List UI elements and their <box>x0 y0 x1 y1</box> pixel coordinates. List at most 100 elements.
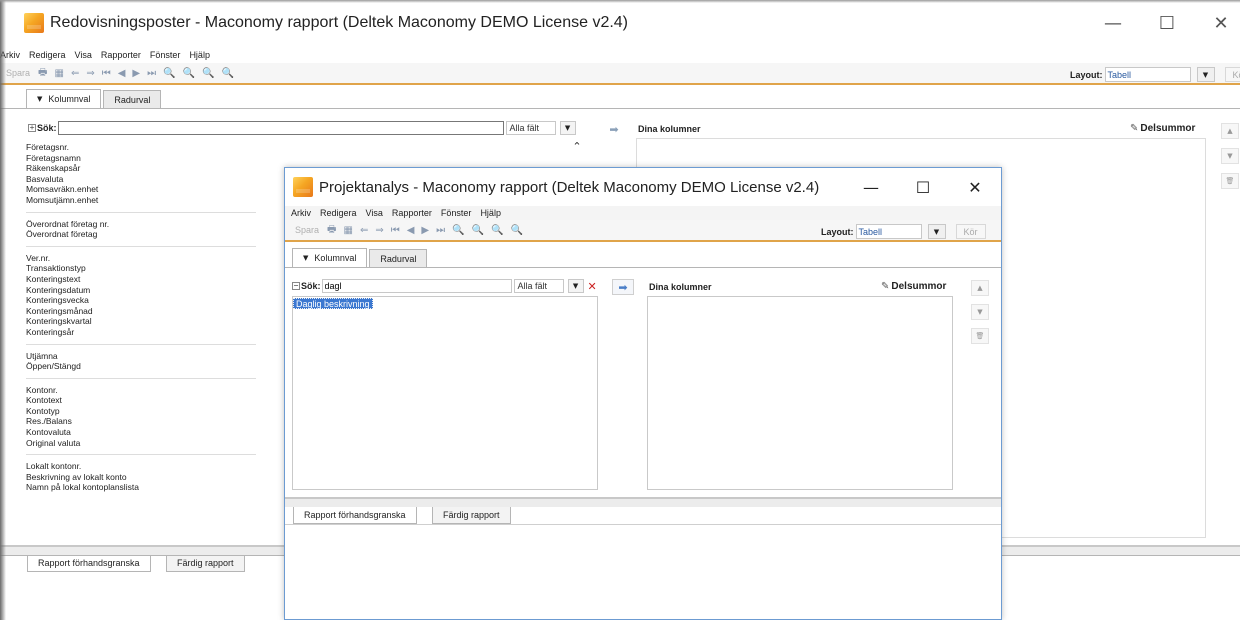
last-page-icon[interactable]: ⏭ <box>436 225 445 236</box>
delsummor-button[interactable]: ✎ Delsummor <box>881 281 946 292</box>
prev-page-icon[interactable]: ◀ <box>407 225 415 236</box>
list-item[interactable]: Beskrivning av lokalt konto <box>26 472 256 483</box>
zoom-out-icon[interactable]: 🔍 <box>202 68 214 79</box>
list-item[interactable]: Original valuta <box>26 438 256 449</box>
list-item[interactable]: Ver.nr. <box>26 253 256 264</box>
fit-page-icon[interactable]: 🔍 <box>221 68 233 79</box>
layout-select[interactable]: Tabell <box>1104 67 1191 82</box>
search-input[interactable] <box>57 121 504 135</box>
print-icon[interactable]: 🖶 <box>38 65 47 82</box>
trash-icon[interactable]: 🗑 <box>1221 173 1239 189</box>
menu-fonster[interactable]: Fönster <box>150 50 181 60</box>
move-right-icon[interactable]: ➡ <box>604 122 624 136</box>
run-button[interactable]: Kör <box>1224 67 1240 82</box>
menu-rapporter[interactable]: Rapporter <box>101 50 141 60</box>
minimize-button[interactable]: — <box>845 168 897 206</box>
list-item[interactable]: Transaktionstyp <box>26 263 256 274</box>
list-item[interactable]: Konteringsår <box>26 327 256 338</box>
zoom-in-icon[interactable]: 🔍 <box>472 225 484 236</box>
list-item[interactable]: Momsavräkn.enhet <box>26 184 256 195</box>
list-item[interactable]: Kontonr. <box>26 385 256 396</box>
list-item[interactable]: Konteringsdatum <box>26 285 256 296</box>
prev-page-icon[interactable]: ◀ <box>118 68 126 79</box>
move-up-button[interactable]: ▲ <box>971 280 989 296</box>
list-item[interactable]: Daglig beskrivning <box>293 298 373 309</box>
back-icon[interactable]: ⇐ <box>71 68 79 79</box>
forward-icon[interactable]: ⇒ <box>375 225 383 236</box>
menu-hjalp[interactable]: Hjälp <box>189 50 210 60</box>
maximize-button[interactable]: ☐ <box>897 168 949 206</box>
print-icon[interactable]: 🖶 <box>327 222 336 239</box>
list-item[interactable]: Räkenskapsår <box>26 163 256 174</box>
menu-arkiv[interactable]: Arkiv <box>291 208 311 218</box>
delsummor-button[interactable]: ✎ Delsummor <box>1130 123 1195 134</box>
zoom-out-icon[interactable]: 🔍 <box>491 225 503 236</box>
trash-icon[interactable]: 🗑 <box>971 328 989 344</box>
list-item[interactable]: Konteringsvecka <box>26 295 256 306</box>
list-item[interactable]: Lokalt kontonr. <box>26 461 256 472</box>
save-button[interactable]: Spara <box>6 68 30 78</box>
list-item[interactable]: Konteringsmånad <box>26 306 256 317</box>
menu-visa[interactable]: Visa <box>366 208 383 218</box>
tab-fardig-rapport[interactable]: Färdig rapport <box>432 507 511 524</box>
list-item[interactable]: Kontovaluta <box>26 427 256 438</box>
zoom-icon[interactable]: 🔍 <box>452 225 464 236</box>
menu-hjalp[interactable]: Hjälp <box>480 208 501 218</box>
chevron-down-icon[interactable]: ▼ <box>1196 67 1215 82</box>
move-down-button[interactable]: ▼ <box>971 304 989 320</box>
zoom-in-icon[interactable]: 🔍 <box>183 68 195 79</box>
minimize-button[interactable]: — <box>1086 0 1140 46</box>
close-button[interactable]: ✕ <box>949 168 1001 206</box>
move-up-button[interactable]: ▲ <box>1221 123 1239 139</box>
list-item[interactable]: Momsutjämn.enhet <box>26 195 256 206</box>
scroll-up-icon[interactable]: ⌃ <box>568 139 586 153</box>
search-results-list[interactable] <box>292 296 598 490</box>
chevron-down-icon[interactable]: ▼ <box>559 121 576 135</box>
list-item[interactable]: Företagsnr. <box>26 142 256 153</box>
list-item[interactable]: Konteringskvartal <box>26 316 256 327</box>
calendar-icon[interactable]: ▦ <box>343 225 352 236</box>
front-titlebar[interactable]: Projektanalys - Maconomy rapport (Deltek… <box>285 168 1001 206</box>
tab-kolumnval[interactable]: ▼ Kolumnval <box>292 248 368 267</box>
search-input[interactable] <box>321 279 512 293</box>
back-icon[interactable]: ⇐ <box>360 225 368 236</box>
list-item[interactable]: Namn på lokal kontoplanslista <box>26 482 256 493</box>
first-page-icon[interactable]: ⏮ <box>102 68 111 79</box>
list-item[interactable]: Konteringstext <box>26 274 256 285</box>
tab-kolumnval[interactable]: ▼ Kolumnval <box>26 89 102 108</box>
menu-fonster[interactable]: Fönster <box>441 208 472 218</box>
clear-search-icon[interactable]: ✕ <box>588 280 597 293</box>
list-item[interactable]: Utjämna <box>26 351 256 362</box>
move-down-button[interactable]: ▼ <box>1221 148 1239 164</box>
calendar-icon[interactable]: ▦ <box>54 68 63 79</box>
menu-redigera[interactable]: Redigera <box>320 208 357 218</box>
menu-visa[interactable]: Visa <box>75 50 92 60</box>
close-button[interactable]: ✕ <box>1194 0 1240 46</box>
list-item[interactable]: Öppen/Stängd <box>26 361 256 372</box>
list-item[interactable]: Res./Balans <box>26 416 256 427</box>
list-item[interactable]: Kontotext <box>26 395 256 406</box>
menu-rapporter[interactable]: Rapporter <box>392 208 432 218</box>
chevron-down-icon[interactable]: ▼ <box>927 224 946 239</box>
field-scope-select[interactable]: Alla fält <box>513 279 564 293</box>
tab-radurval[interactable]: Radurval <box>103 90 162 108</box>
maximize-button[interactable]: ☐ <box>1140 0 1194 46</box>
zoom-icon[interactable]: 🔍 <box>163 68 175 79</box>
list-item[interactable]: Företagsnamn <box>26 153 256 164</box>
layout-select[interactable]: Tabell <box>855 224 922 239</box>
menu-redigera[interactable]: Redigera <box>29 50 66 60</box>
save-button[interactable]: Spara <box>295 225 319 235</box>
expand-toggle[interactable]: + <box>28 124 36 132</box>
chevron-down-icon[interactable]: ▼ <box>567 279 584 293</box>
move-right-icon[interactable]: ➡ <box>612 279 634 295</box>
tab-fardig-rapport[interactable]: Färdig rapport <box>166 555 245 572</box>
collapse-toggle[interactable]: − <box>292 282 300 290</box>
list-item[interactable]: Kontotyp <box>26 406 256 417</box>
first-page-icon[interactable]: ⏮ <box>391 225 400 236</box>
run-button[interactable]: Kör <box>955 224 986 239</box>
field-scope-select[interactable]: Alla fält <box>505 121 556 135</box>
last-page-icon[interactable]: ⏭ <box>147 68 156 79</box>
next-page-icon[interactable]: ▶ <box>132 68 140 79</box>
fit-page-icon[interactable]: 🔍 <box>510 225 522 236</box>
back-titlebar[interactable]: Redovisningsposter - Maconomy rapport (D… <box>0 0 1240 46</box>
